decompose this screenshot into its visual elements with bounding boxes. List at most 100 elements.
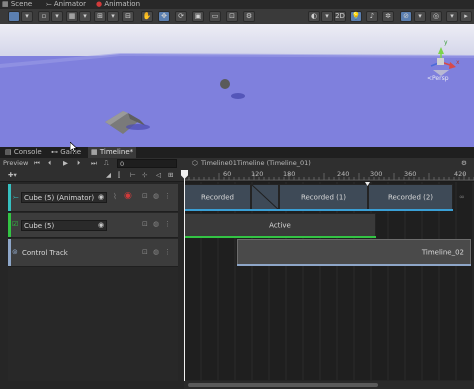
mute-toggle-icon[interactable]: ◁: [156, 171, 161, 179]
clip-underline: [184, 209, 453, 211]
lock-toggle-icon[interactable]: ⊞: [168, 171, 173, 179]
display-dropdown-button[interactable]: ▾: [21, 11, 33, 22]
snap-dropdown[interactable]: ▾: [107, 11, 119, 22]
tab-animation[interactable]: ● Animation: [96, 0, 140, 9]
lock-icon[interactable]: ⊡: [142, 248, 148, 256]
frame-field[interactable]: 0: [117, 159, 177, 168]
snap-increment-button[interactable]: ⊞: [94, 11, 106, 22]
preview-label: Preview: [3, 159, 29, 167]
scene-viewport[interactable]: y x <Persp: [0, 24, 474, 147]
curves-toggle-icon[interactable]: ⌇: [113, 192, 117, 201]
clip-blend[interactable]: [251, 184, 280, 211]
hand-tool-button[interactable]: ✋: [141, 11, 153, 22]
frame-value: 0: [120, 160, 125, 168]
timeline-breadcrumb[interactable]: Timeline01Timeline (Timeline_01): [201, 159, 311, 167]
add-track-icon[interactable]: ✚▾: [8, 171, 17, 179]
clip-label: Active: [269, 221, 291, 229]
mouse-cursor-icon: [70, 142, 78, 153]
mute-icon[interactable]: ◍: [153, 192, 159, 200]
track-color-bar: [8, 213, 11, 237]
clip-recorded-1[interactable]: Recorded (1): [279, 184, 368, 211]
track-options-icon[interactable]: ⋮: [164, 192, 171, 200]
clip-active[interactable]: Active: [184, 213, 376, 238]
clip-area-grid: [184, 182, 474, 380]
pivot-dropdown[interactable]: ▾: [51, 11, 63, 22]
tab-animator[interactable]: ⤚ Animator: [46, 0, 86, 9]
go-last-icon[interactable]: ⏭: [91, 159, 97, 168]
sphere-object: [220, 79, 230, 89]
tab-scene[interactable]: ▦ Scene: [2, 0, 32, 9]
transform-tool-button[interactable]: ⊡: [226, 11, 238, 22]
preview-button[interactable]: Preview: [3, 159, 28, 167]
scrollbar-thumb[interactable]: [188, 383, 378, 387]
prev-frame-icon[interactable]: ⏴: [48, 159, 51, 168]
mute-icon[interactable]: ◍: [153, 220, 159, 228]
rotate-tool-button[interactable]: ⟳: [175, 11, 187, 22]
blend-curve: [252, 185, 280, 211]
object-picker-icon[interactable]: ◉: [98, 193, 104, 201]
track-header-animator[interactable]: ⤚ Cube (5) (Animator) ◉ ⌇ ◉ ⊡ ◍ ⋮: [8, 184, 178, 212]
lighting-toggle[interactable]: 💡: [350, 11, 362, 22]
2d-toggle-button[interactable]: 2D: [334, 11, 346, 22]
display-mode-button[interactable]: [8, 11, 20, 22]
bound-object-field[interactable]: Cube (5) ◉: [21, 220, 107, 231]
effects-toggle[interactable]: ✲: [382, 11, 394, 22]
settings-gear-icon[interactable]: ⚙: [461, 159, 467, 167]
mute-icon[interactable]: ◍: [153, 248, 159, 256]
clip-recorded[interactable]: Recorded: [184, 184, 251, 211]
grid-dropdown[interactable]: ▾: [79, 11, 91, 22]
custom-tool-button[interactable]: ⚙: [243, 11, 255, 22]
pivot-toggle[interactable]: ▫: [38, 11, 50, 22]
record-button-icon[interactable]: ◉: [124, 191, 132, 201]
track-name-control: Control Track: [22, 249, 68, 257]
move-tool-button[interactable]: ✥: [158, 11, 170, 22]
audio-toggle[interactable]: ♪: [366, 11, 378, 22]
ripple-mode-icon[interactable]: ⊢: [130, 171, 136, 179]
tab-timeline-label: Timeline*: [99, 148, 134, 156]
gizmos-button[interactable]: ◎: [430, 11, 442, 22]
play-icon[interactable]: ▶: [63, 159, 68, 167]
lock-icon[interactable]: ⊡: [142, 192, 148, 200]
tab-animation-label: Animation: [104, 0, 141, 8]
tab-game[interactable]: ⊷ Game: [48, 147, 84, 158]
ruler-label: 180: [283, 170, 296, 178]
hidden-objects-toggle[interactable]: ⊘: [400, 11, 412, 22]
track-header-control[interactable]: ⊚ Control Track ⊡ ◍ ⋮: [8, 239, 178, 267]
clip-control[interactable]: Timeline_02: [237, 239, 471, 266]
draw-mode-dropdown[interactable]: ▾: [321, 11, 333, 22]
clip-recorded-2[interactable]: Recorded (2): [368, 184, 453, 211]
tab-scene-label: Scene: [10, 0, 33, 8]
console-icon: ▤: [5, 148, 12, 156]
go-first-icon[interactable]: ⏮: [34, 159, 40, 168]
draw-mode-button[interactable]: ◐: [308, 11, 320, 22]
track-options-icon[interactable]: ⋮: [164, 248, 171, 256]
control-track-icon: ⊚: [12, 248, 18, 256]
object-picker-icon[interactable]: ◉: [98, 221, 104, 229]
clip-end-icon: ∞: [459, 193, 465, 201]
camera-settings-button[interactable]: ▾: [414, 11, 426, 22]
track-color-bar: [8, 184, 11, 211]
rect-tool-button[interactable]: ▭: [209, 11, 221, 22]
next-frame-icon[interactable]: ⏵: [77, 159, 80, 168]
bound-object-field[interactable]: Cube (5) (Animator) ◉: [21, 192, 107, 203]
track-header-activation[interactable]: ☑ Cube (5) ◉ ⊡ ◍ ⋮: [8, 213, 178, 238]
overlay-menu-button[interactable]: ▸: [460, 11, 472, 22]
ruler-label: 360: [404, 170, 417, 178]
horizontal-scrollbar[interactable]: [184, 381, 474, 389]
playhead[interactable]: [184, 170, 185, 384]
lock-icon[interactable]: ⊡: [142, 220, 148, 228]
tab-timeline[interactable]: ▦ Timeline*: [88, 147, 137, 158]
snap-mode-icon[interactable]: ⫿: [118, 171, 120, 180]
track-options-icon[interactable]: ⋮: [164, 220, 171, 228]
tab-console[interactable]: ▤ Console: [2, 147, 45, 158]
snap-settings-button[interactable]: ⊟: [122, 11, 134, 22]
ground-plane: [0, 54, 474, 147]
gizmos-dropdown[interactable]: ▾: [446, 11, 458, 22]
edit-mode-icon[interactable]: ◢: [106, 171, 111, 179]
grid-snap-button[interactable]: ▦: [66, 11, 78, 22]
clip-label: Recorded (2): [387, 193, 434, 201]
clip-label: Timeline_02: [421, 248, 464, 256]
scale-tool-button[interactable]: ▣: [192, 11, 204, 22]
loop-icon[interactable]: ⎍: [104, 159, 109, 168]
zoom-mode-icon[interactable]: ⊹: [142, 171, 147, 179]
